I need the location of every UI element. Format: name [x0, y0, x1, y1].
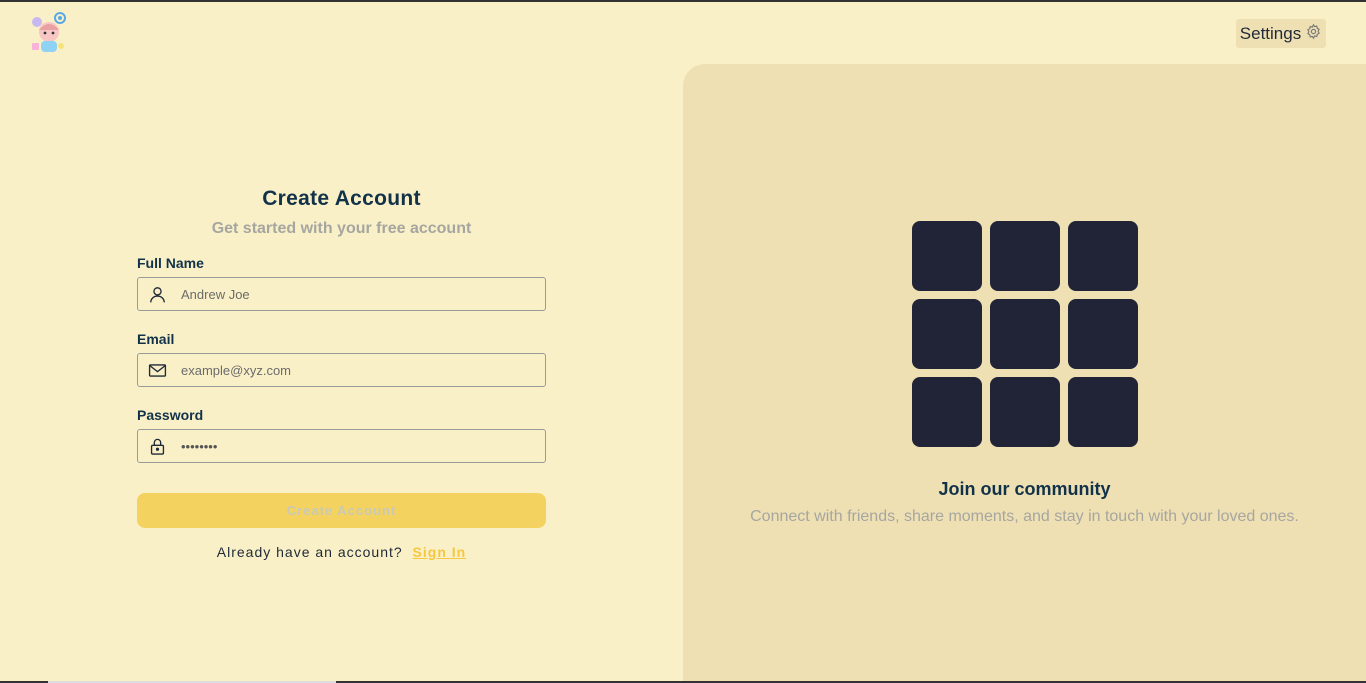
email-label: Email — [137, 331, 175, 347]
gear-icon — [1305, 23, 1322, 45]
signin-row: Already have an account? Sign In — [137, 544, 546, 560]
password-input[interactable] — [181, 430, 536, 462]
password-field[interactable] — [137, 429, 546, 463]
grid-tile — [912, 299, 982, 369]
grid-tile — [1068, 377, 1138, 447]
form-title: Create Account — [262, 187, 421, 210]
full-name-input[interactable] — [181, 278, 536, 310]
mail-icon — [148, 361, 167, 380]
full-name-group: Full Name — [137, 255, 546, 311]
email-group: Email — [137, 331, 546, 387]
grid-tile — [990, 377, 1060, 447]
create-account-button[interactable]: Create Account — [137, 493, 546, 528]
full-name-label: Full Name — [137, 255, 204, 271]
email-input[interactable] — [181, 354, 536, 386]
signup-form: Create Account Get started with your fre… — [137, 187, 546, 560]
community-grid-illustration — [912, 221, 1138, 447]
promo-text: Connect with friends, share moments, and… — [750, 508, 1299, 525]
grid-tile — [912, 377, 982, 447]
grid-tile — [912, 221, 982, 291]
app-logo[interactable] — [28, 10, 70, 54]
settings-button[interactable]: Settings — [1236, 19, 1326, 48]
grid-tile — [990, 299, 1060, 369]
lock-icon — [148, 437, 167, 456]
full-name-field[interactable] — [137, 277, 546, 311]
grid-tile — [1068, 299, 1138, 369]
promo-title: Join our community — [938, 479, 1111, 499]
sign-in-link[interactable]: Sign In — [413, 544, 467, 560]
grid-tile — [990, 221, 1060, 291]
password-label: Password — [137, 407, 204, 423]
email-field[interactable] — [137, 353, 546, 387]
user-icon — [148, 285, 167, 304]
settings-label: Settings — [1239, 23, 1302, 43]
signin-prompt: Already have an account? — [216, 544, 403, 560]
grid-tile — [1068, 221, 1138, 291]
password-group: Password — [137, 407, 546, 463]
form-subtitle: Get started with your free account — [211, 220, 472, 237]
